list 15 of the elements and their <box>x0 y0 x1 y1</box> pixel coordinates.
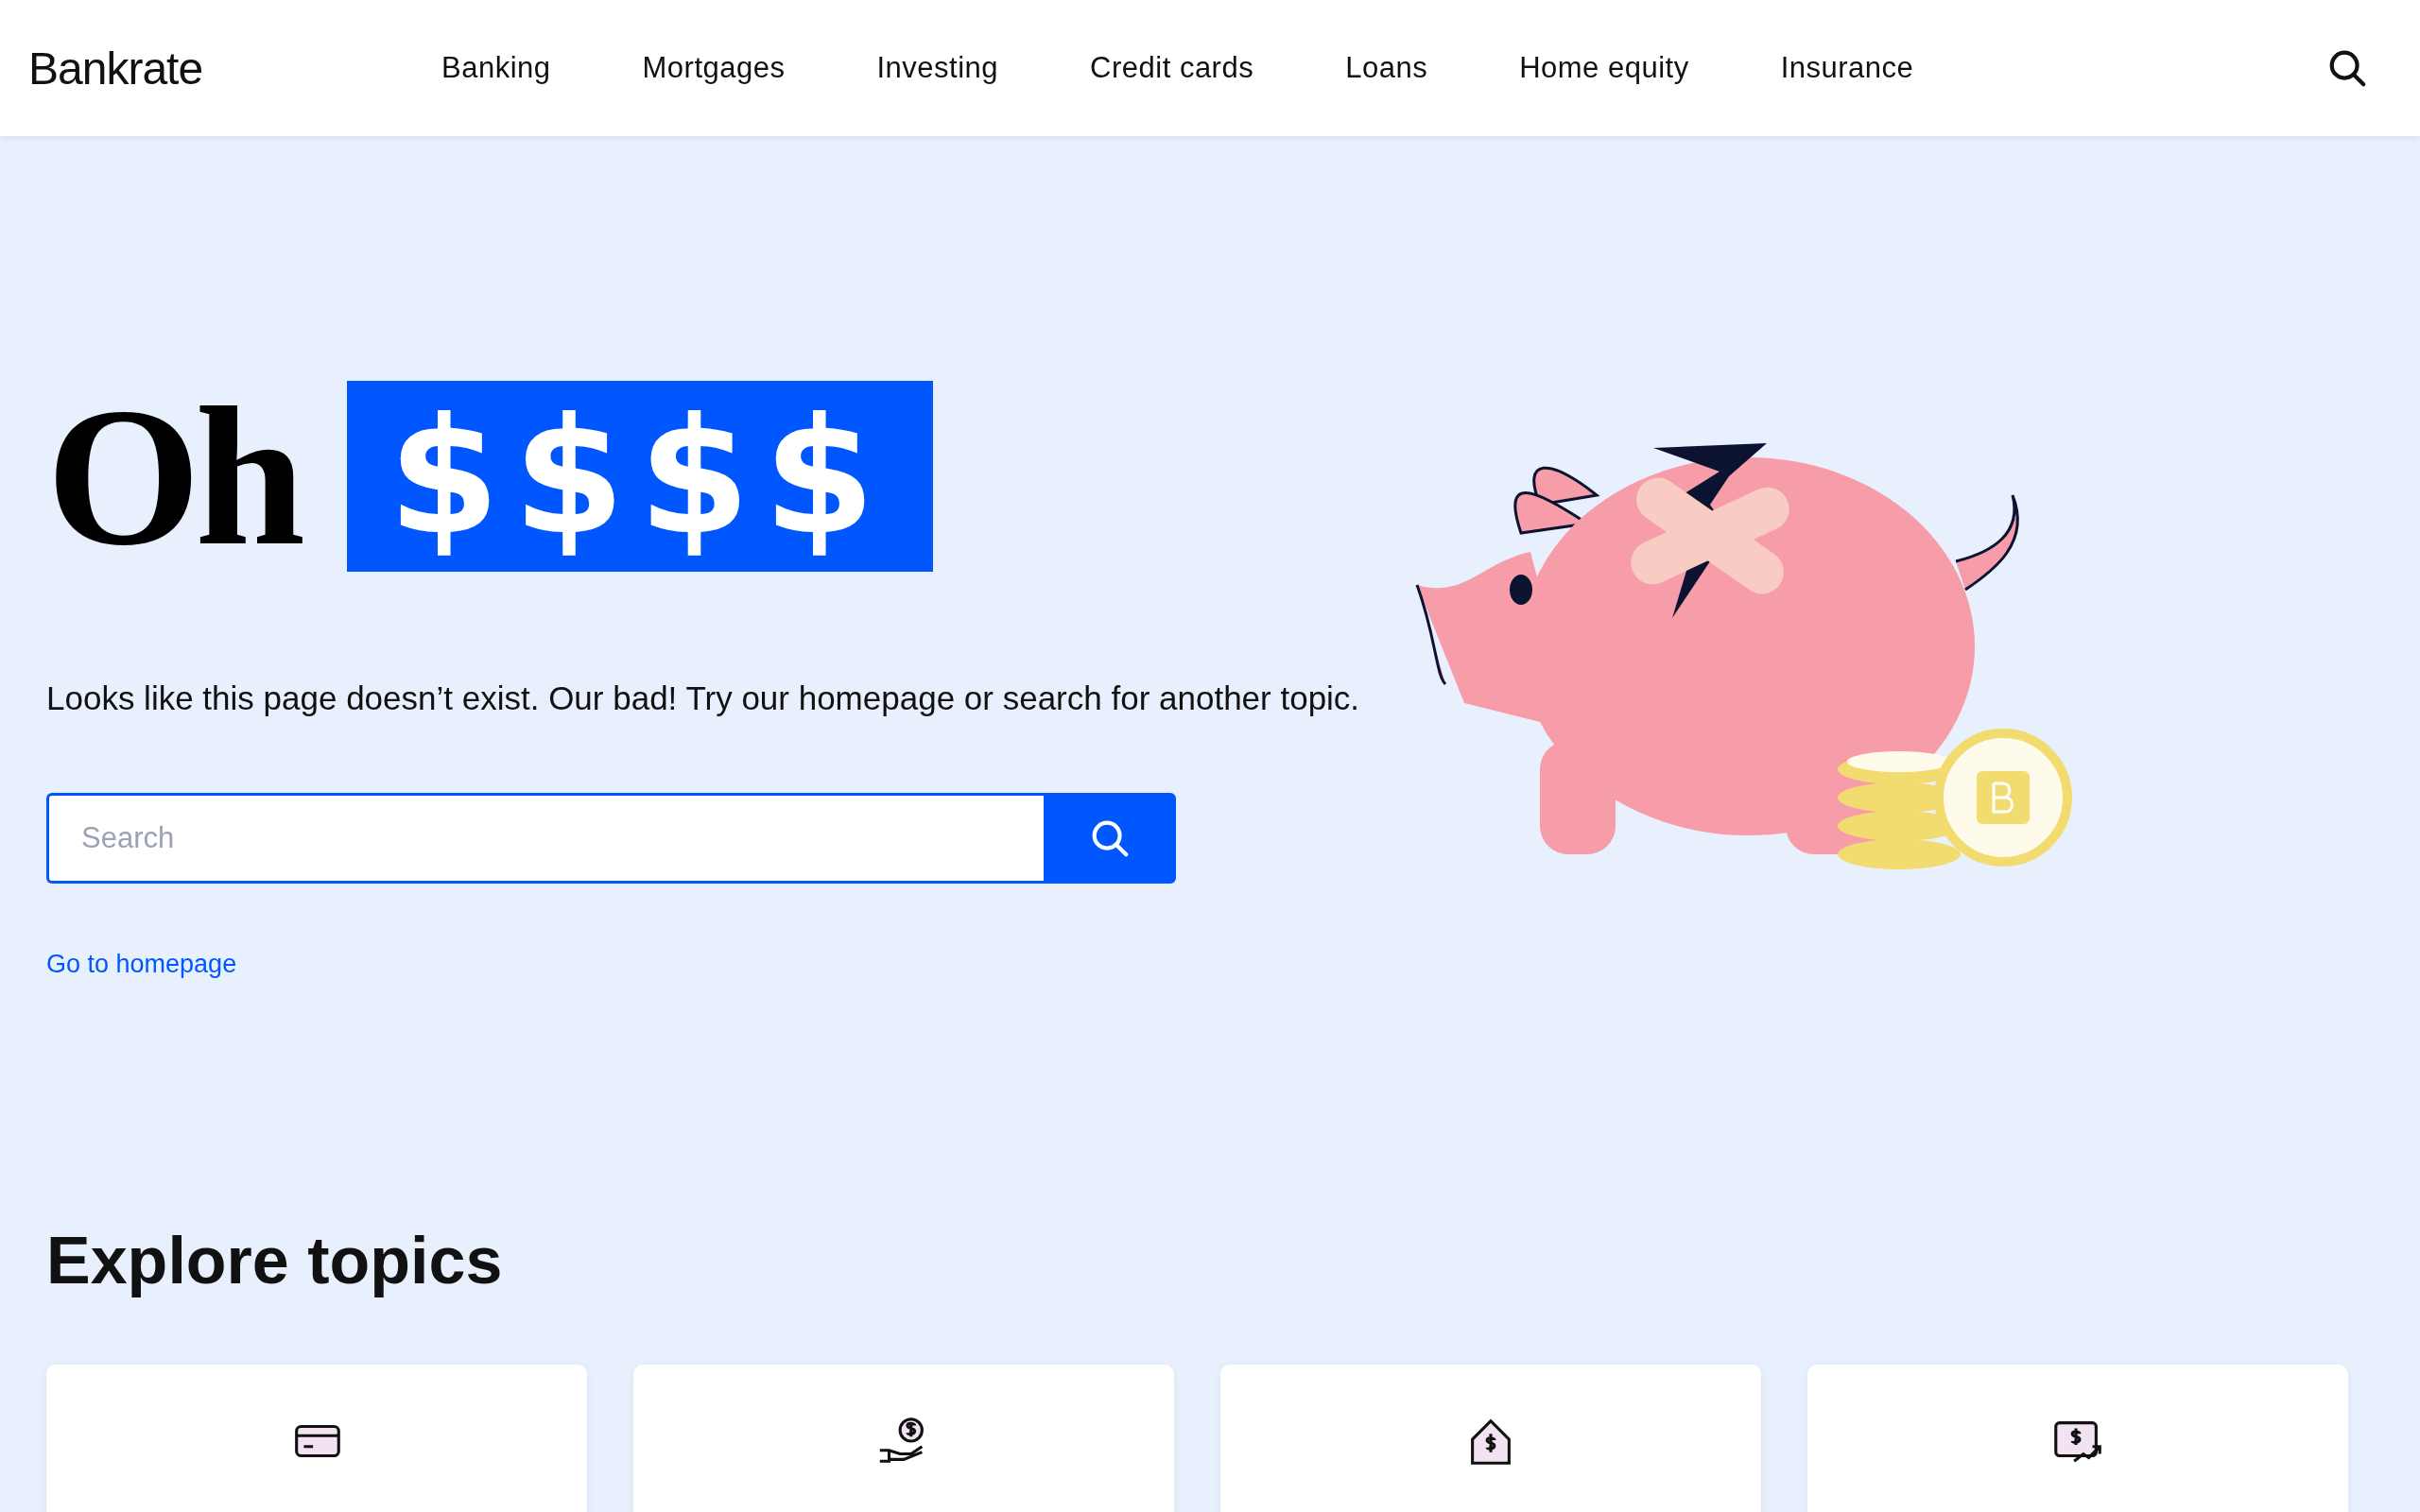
search-field[interactable]: Search <box>46 793 1044 884</box>
nav-link[interactable]: Mortgages <box>642 51 786 85</box>
nav-link[interactable]: Investing <box>876 51 999 85</box>
dollar-signs-highlight: $$$$ <box>347 381 934 572</box>
error-message: Looks like this page doesn’t exist. Our bad! Try our homepage or search for another topic. <box>46 679 1361 717</box>
nav-link[interactable]: Insurance <box>1780 51 1914 85</box>
nav-link[interactable]: Loans <box>1345 51 1428 85</box>
page-heading: Oh <box>46 377 301 576</box>
nav-link[interactable]: Banking <box>441 51 551 85</box>
homepage-link[interactable]: Go to homepage <box>46 950 237 979</box>
section-title: Explore topics <box>46 1223 504 1298</box>
bankrate-logo[interactable]: Bankrate <box>28 42 441 94</box>
search-submit-button[interactable] <box>1044 793 1176 884</box>
nav-link[interactable]: Credit cards <box>1090 51 1254 85</box>
nav-link[interactable]: Home equity <box>1519 51 1689 85</box>
